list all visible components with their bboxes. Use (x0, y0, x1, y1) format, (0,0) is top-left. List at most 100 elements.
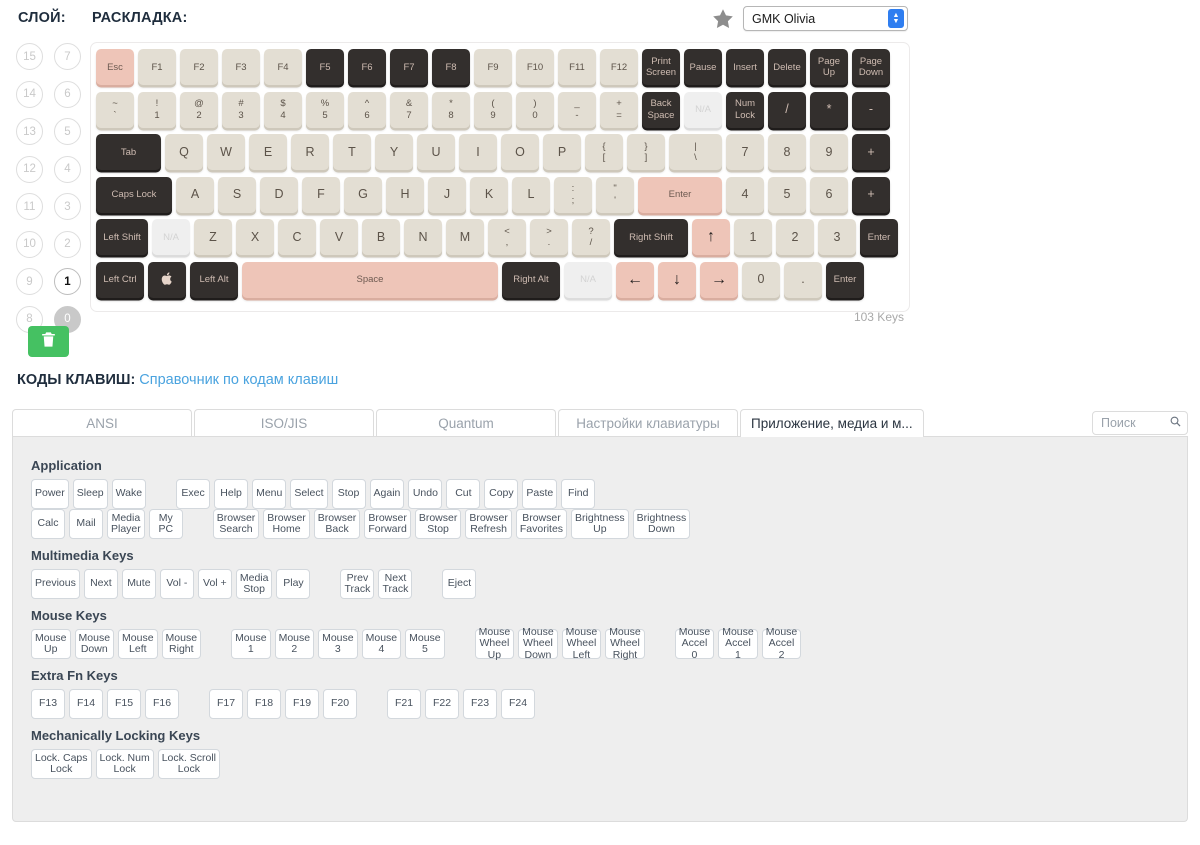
search-input[interactable]: Поиск (1101, 416, 1169, 430)
keycode-chip-media-player[interactable]: Media Player (107, 509, 145, 539)
keycap-f4[interactable]: F4 (264, 49, 302, 85)
layer-dot-13[interactable]: 13 (16, 118, 43, 145)
keycode-chip-f21[interactable]: F21 (387, 689, 421, 719)
keycap-key[interactable]: → (700, 261, 738, 298)
keycap-q[interactable]: Q (165, 134, 203, 171)
keycode-chip-lock-caps-lock[interactable]: Lock. Caps Lock (31, 749, 92, 779)
keycap-key[interactable]: / (768, 91, 806, 128)
keycap-back-space[interactable]: Back Space (642, 91, 680, 128)
keycode-chip-again[interactable]: Again (369, 479, 405, 509)
keycap-d[interactable]: D (260, 176, 298, 213)
keycap-0[interactable]: ) 0 (516, 91, 554, 128)
keycap-f11[interactable]: F11 (558, 49, 596, 85)
keycap-m[interactable]: M (446, 219, 484, 256)
keycap-f7[interactable]: F7 (390, 49, 428, 85)
keycode-chip-paste[interactable]: Paste (522, 479, 558, 509)
layer-dot-5[interactable]: 5 (54, 118, 81, 145)
keycode-chip-mouse-3[interactable]: Mouse 3 (318, 629, 358, 659)
keycode-chip-mouse-wheel-down[interactable]: Mouse Wheel Down (518, 626, 558, 660)
keycap-delete[interactable]: Delete (768, 49, 806, 85)
keycode-chip-browser-forward[interactable]: Browser Forward (364, 509, 411, 539)
keycode-chip-vol[interactable]: Vol + (197, 569, 232, 599)
keycap-page-down[interactable]: Page Down (852, 49, 890, 85)
keycode-chip-mouse-4[interactable]: Mouse 4 (361, 629, 402, 659)
keycap-7[interactable]: & 7 (390, 91, 428, 128)
keycap-key[interactable]: ← (616, 261, 654, 298)
keycode-chip-eject[interactable]: Eject (442, 569, 477, 599)
tab-quantum[interactable]: Quantum (376, 409, 556, 436)
layer-dot-3[interactable]: 3 (54, 193, 81, 220)
keycap-esc[interactable]: Esc (96, 49, 134, 85)
keycode-chip-mouse-down[interactable]: Mouse Down (74, 629, 115, 659)
keycap-a[interactable]: A (176, 176, 214, 213)
keycode-chip-help[interactable]: Help (214, 479, 249, 509)
keycap-2[interactable]: 2 (776, 219, 814, 256)
keycode-chip-prev-track[interactable]: Prev Track (340, 569, 375, 599)
keycode-chip-browser-stop[interactable]: Browser Stop (414, 509, 462, 539)
keycap-f9[interactable]: F9 (474, 49, 512, 85)
keycode-chip-vol[interactable]: Vol - (159, 569, 194, 599)
keycode-chip-browser-home[interactable]: Browser Home (263, 509, 310, 539)
keycode-chip-f22[interactable]: F22 (425, 689, 459, 719)
keycode-chip-f13[interactable]: F13 (31, 689, 65, 719)
layer-dot-7[interactable]: 7 (54, 43, 81, 70)
keycode-chip-browser-favorites[interactable]: Browser Favorites (515, 509, 568, 539)
keycode-chip-menu[interactable]: Menu (252, 479, 287, 509)
keycode-chip-mouse-wheel-right[interactable]: Mouse Wheel Right (605, 626, 645, 660)
keycap-w[interactable]: W (207, 134, 245, 171)
keycode-chip-lock-scroll-lock[interactable]: Lock. Scroll Lock (157, 749, 220, 779)
star-icon[interactable] (711, 7, 735, 31)
keycode-chip-brightness-up[interactable]: Brightness Up (571, 509, 629, 539)
keycode-chip-f19[interactable]: F19 (285, 689, 319, 719)
keycap-n-a[interactable]: N/A (152, 219, 190, 256)
keycap-8[interactable]: 8 (768, 134, 806, 171)
keycode-chip-find[interactable]: Find (561, 479, 596, 509)
keycode-chip-next-track[interactable]: Next Track (378, 569, 413, 599)
keycap-9[interactable]: (9 (474, 91, 512, 128)
keycode-chip-mouse-accel-0[interactable]: Mouse Accel 0 (674, 626, 715, 660)
keycap-7[interactable]: 7 (726, 134, 764, 171)
keycap-f1[interactable]: F1 (138, 49, 176, 85)
layer-dot-12[interactable]: 12 (16, 155, 43, 183)
keycode-chip-wake[interactable]: Wake (111, 479, 147, 509)
keycodes-reference-link[interactable]: Справочник по кодам клавиш (139, 372, 338, 388)
keycap-key[interactable]: <, (488, 219, 526, 256)
keycap-c[interactable]: C (278, 219, 316, 256)
keycode-chip-f15[interactable]: F15 (107, 689, 141, 719)
keycap-9[interactable]: 9 (810, 134, 848, 171)
keycap-f5[interactable]: F5 (306, 49, 344, 85)
keycap-left-ctrl[interactable]: Left Ctrl (96, 261, 144, 298)
keycode-chip-mute[interactable]: Mute (121, 569, 156, 599)
keycap-j[interactable]: J (428, 176, 466, 213)
keycap-undefined-undefined[interactable] (148, 261, 186, 298)
keycap-4[interactable]: $4 (264, 91, 302, 128)
keycap-1[interactable]: 1 (734, 219, 772, 256)
keycap-f12[interactable]: F12 (600, 49, 638, 85)
keycode-chip-browser-back[interactable]: Browser Back (313, 509, 361, 539)
keycap-r[interactable]: R (291, 134, 329, 171)
tab-приложение-медиа-и-м[interactable]: Приложение, медиа и м... (740, 409, 924, 437)
layer-dot-4[interactable]: 4 (54, 155, 81, 183)
layer-dot-14[interactable]: 14 (16, 80, 43, 108)
keycap-v[interactable]: V (320, 219, 358, 256)
tab-настройки-клавиатуры[interactable]: Настройки клавиатуры (558, 409, 738, 436)
keycap-g[interactable]: G (344, 176, 382, 213)
keycap-enter[interactable]: Enter (638, 176, 722, 213)
keycap-n-a[interactable]: N/A (684, 91, 722, 128)
search-icon[interactable] (1169, 415, 1182, 431)
keycap-num-lock[interactable]: Num Lock (726, 91, 764, 128)
keycap-o[interactable]: O (501, 134, 539, 171)
keycode-chip-f17[interactable]: F17 (209, 689, 243, 719)
keycap-s[interactable]: S (218, 176, 256, 213)
keycap-key[interactable]: ~ ` (96, 91, 134, 128)
keycode-chip-f14[interactable]: F14 (69, 689, 103, 719)
layer-dot-1[interactable]: 1 (54, 268, 81, 295)
keycode-chip-exec[interactable]: Exec (176, 479, 211, 509)
tab-iso-jis[interactable]: ISO/JIS (194, 409, 374, 436)
keycap-insert[interactable]: Insert (726, 49, 764, 85)
keycode-chip-stop[interactable]: Stop (331, 479, 366, 509)
keyboard-select[interactable]: GMK Olivia ▲ ▼ (743, 6, 908, 31)
keycap-0[interactable]: 0 (742, 261, 780, 298)
keycap-key[interactable]: + = (600, 91, 638, 128)
keycap-key[interactable]: . (784, 261, 822, 298)
